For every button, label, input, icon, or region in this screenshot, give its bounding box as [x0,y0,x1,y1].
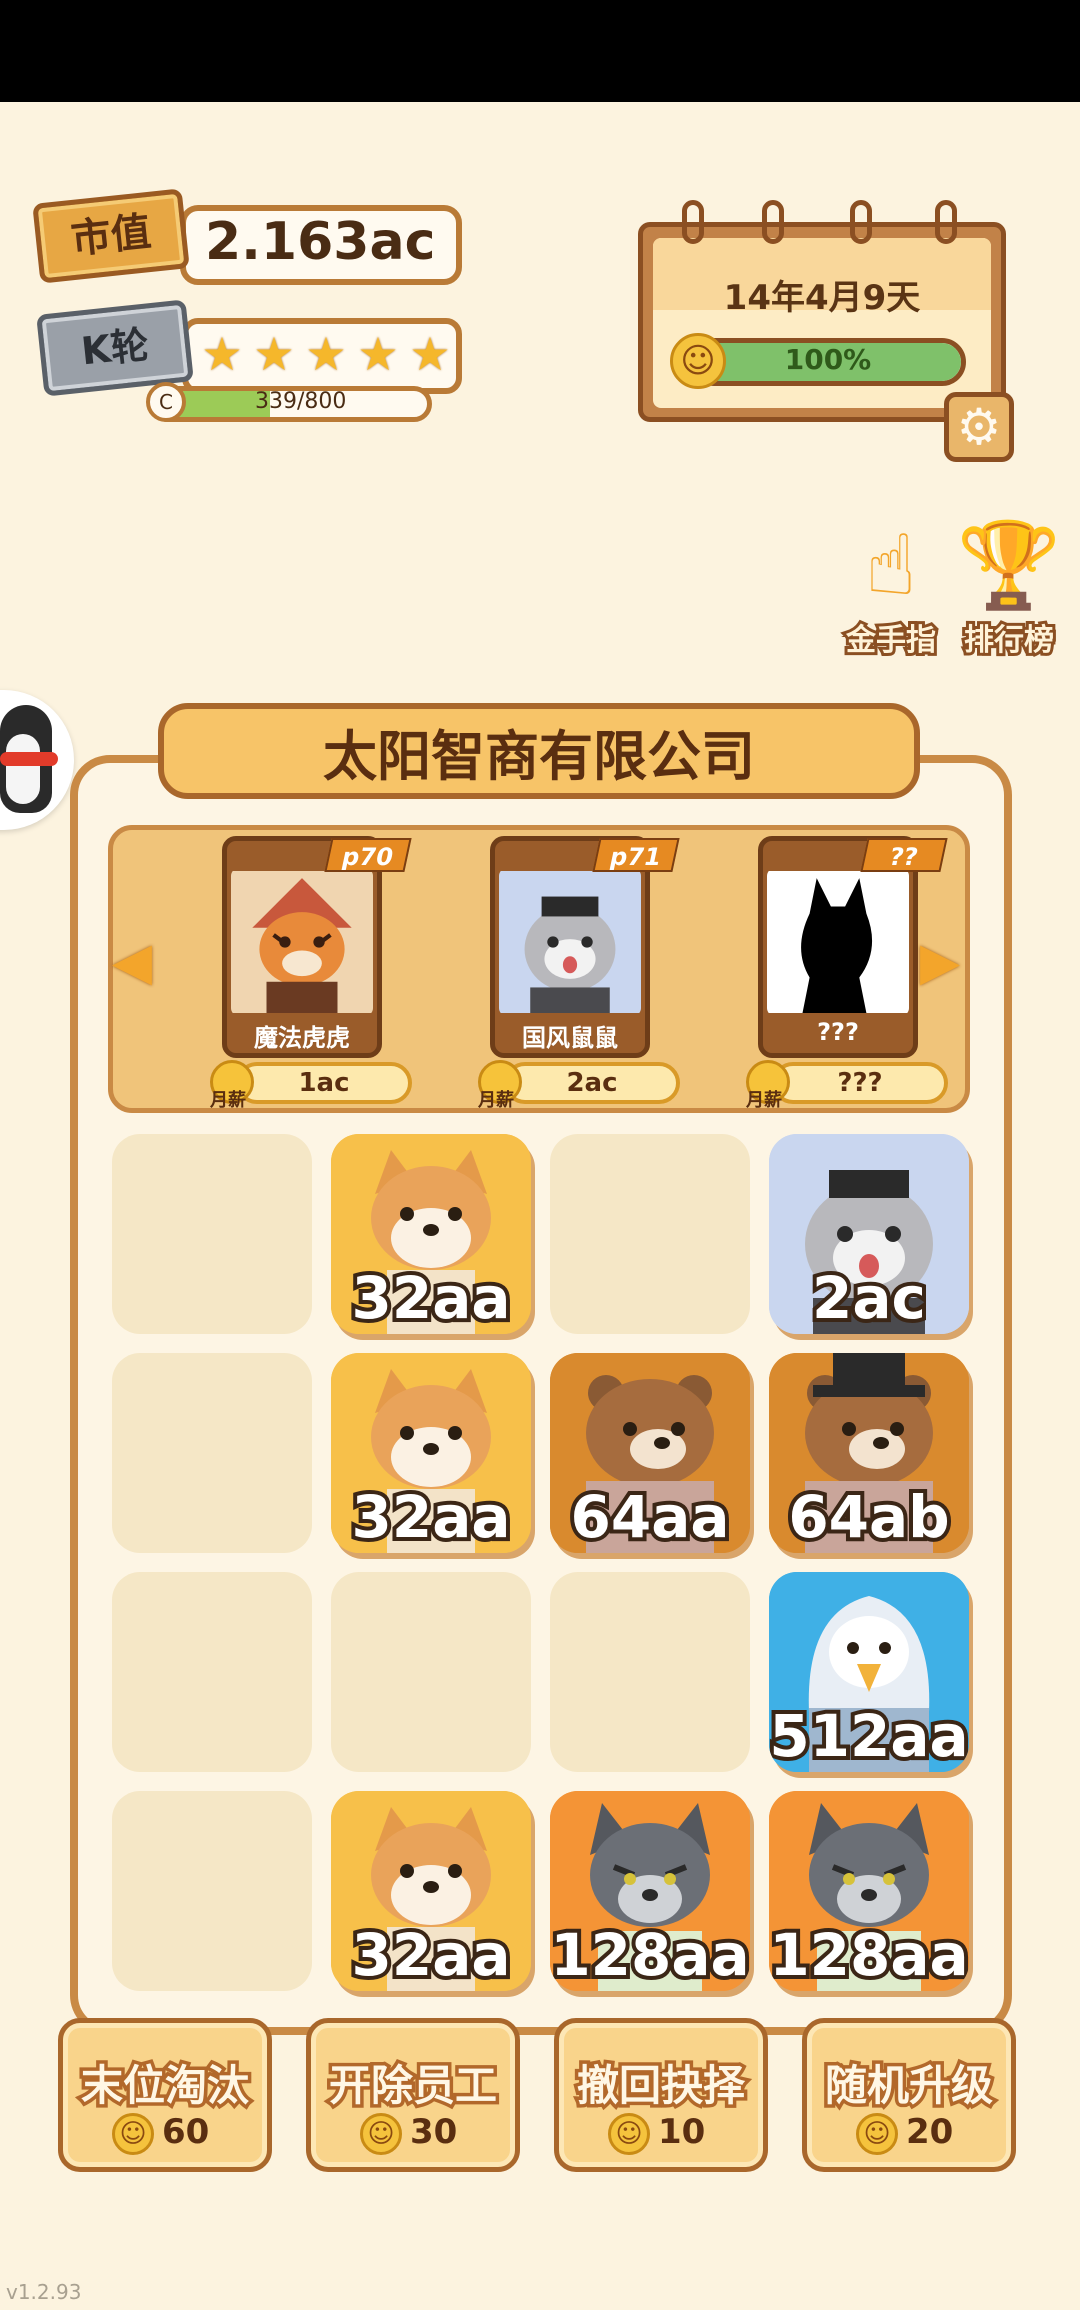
action-button-label: 撤回抉择 [573,2058,748,2114]
employee-value-label: 32aa [348,1479,515,1553]
smile-icon: ☺ [856,2113,898,2155]
employee-value-label: 128aa [550,1917,750,1991]
empty-grid-cell[interactable] [112,1353,312,1553]
rank-label: K轮 [79,322,151,374]
employee-tile[interactable]: 512aa [769,1572,969,1772]
empty-grid-cell[interactable] [112,1791,312,1991]
golden-finger-label: 金手指 [843,620,939,661]
hire-card-salary: 1ac [236,1062,412,1104]
employee-tile[interactable]: 2ac [769,1134,969,1334]
star-icon: ★ [305,327,347,381]
employee-value-label: 512aa [769,1698,969,1772]
xp-level-badge: C [146,382,186,422]
leaderboard-trophy-icon: 🏆 [956,516,1062,614]
smile-icon: ☺ [360,2113,402,2155]
action-button-label: 开除员工 [325,2058,500,2114]
calendar-ring-icon [850,200,872,244]
mood-percent: 100% [784,343,872,376]
salary-label: 月薪 [746,1090,782,1111]
version-label: v1.2.93 [6,2280,82,2304]
penguin-belly [6,734,40,804]
employee-value-label: 128aa [769,1917,969,1991]
hire-card-tag: p70 [324,838,412,872]
golden-finger-icon: ☝ [865,516,917,614]
salary-label: 月薪 [478,1090,514,1111]
hire-card-salary: ??? [772,1062,948,1104]
employee-value-label: 64aa [567,1479,734,1553]
employee-value-label: 64ab [784,1479,953,1553]
star-icon: ★ [253,327,295,381]
calendar-ring-icon [682,200,704,244]
market-value: 2.163ac [205,212,436,272]
hire-card-name: 魔法虎虎 [254,1024,350,1052]
hire-card-name: ??? [817,1018,859,1046]
smile-icon: ☺ [608,2113,650,2155]
action-cost: 60 [162,2112,210,2152]
golden-finger-button[interactable]: ☝ 金手指 [836,515,946,661]
hire-card-portrait [499,868,641,1016]
empty-grid-cell[interactable] [550,1134,750,1334]
market-value-tag: 市值 [32,188,190,284]
calendar-ring-icon [762,200,784,244]
employee-tile[interactable]: 64ab [769,1353,969,1553]
xp-text: 339/800 [255,389,347,414]
star-icon: ★ [409,327,451,381]
empty-grid-cell[interactable] [550,1572,750,1772]
penguin-scarf [0,752,58,766]
employee-tile[interactable]: 64aa [550,1353,750,1553]
employee-tile[interactable]: 32aa [331,1353,531,1553]
employee-tile[interactable]: 32aa [331,1791,531,1991]
hire-card-tag: p71 [592,838,680,872]
action-button-label: 末位淘汰 [77,2058,252,2114]
empty-grid-cell[interactable] [112,1134,312,1334]
hire-next-arrow-icon[interactable]: ▶ [920,932,960,992]
action-cost: 10 [658,2112,706,2152]
empty-grid-cell[interactable] [112,1572,312,1772]
salary-label: 月薪 [210,1090,246,1111]
market-value-label: 市值 [68,208,154,264]
employee-value-label: 32aa [348,1917,515,1991]
employee-tile[interactable]: 32aa [331,1134,531,1334]
action-cost: 30 [410,2112,458,2152]
empty-grid-cell[interactable] [331,1572,531,1772]
smile-icon: ☺ [670,333,726,389]
leaderboard-button[interactable]: 🏆 排行榜 [950,515,1068,661]
employee-value-label: 2ac [808,1260,930,1334]
star-icon: ★ [357,327,399,381]
system-status-bar [0,0,1080,102]
hire-card-name: 国风鼠鼠 [522,1024,618,1052]
hire-card-portrait [231,868,373,1016]
smile-icon: ☺ [112,2113,154,2155]
employee-value-label: 32aa [348,1260,515,1334]
calendar-ring-icon [935,200,957,244]
star-icon: ★ [201,327,243,381]
hire-prev-arrow-icon[interactable]: ◀ [112,932,152,992]
settings-gear-icon[interactable]: ⚙ [944,392,1014,462]
employee-tile[interactable]: 128aa [550,1791,750,1991]
hire-card-tag: ?? [860,838,948,872]
action-cost: 20 [906,2112,954,2152]
hire-card-portrait [767,868,909,1016]
hire-card-salary: 2ac [504,1062,680,1104]
company-name: 太阳智商有限公司 [323,725,755,788]
action-button-label: 随机升级 [821,2058,996,2114]
employee-tile[interactable]: 128aa [769,1791,969,1991]
game-date: 14年4月9天 [723,278,921,318]
leaderboard-label: 排行榜 [961,620,1057,661]
